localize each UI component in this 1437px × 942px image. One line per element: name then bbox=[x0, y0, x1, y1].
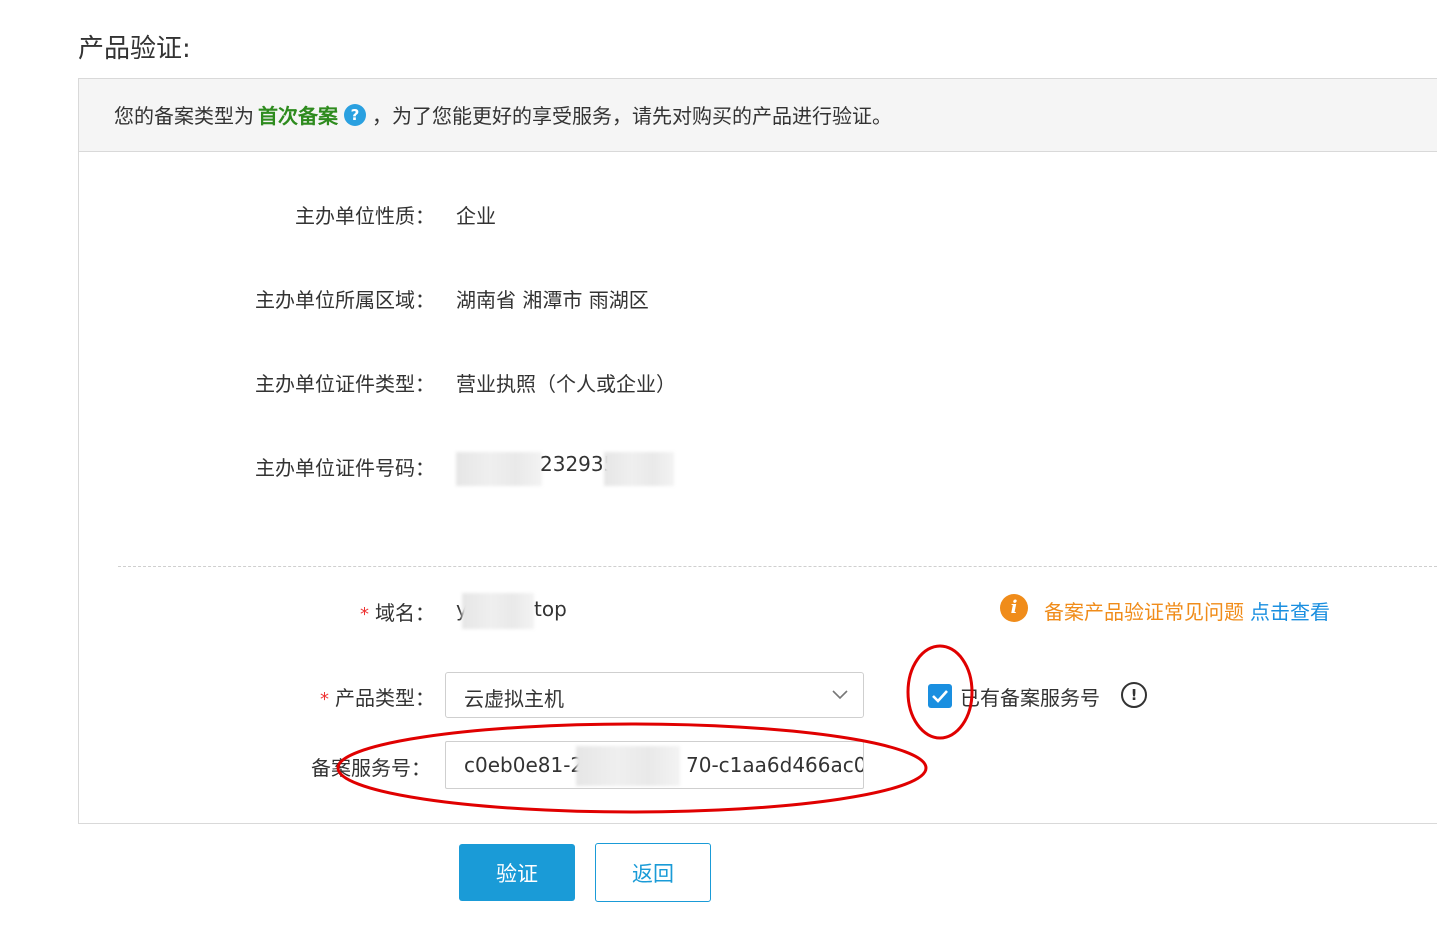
org-nature-value: 企业 bbox=[456, 204, 496, 228]
redacted-block bbox=[456, 452, 542, 486]
cert-number-value: 232935 bbox=[456, 452, 674, 486]
has-service-no-checkbox[interactable] bbox=[928, 684, 952, 708]
help-icon[interactable]: ? bbox=[344, 103, 366, 126]
product-type-select[interactable]: 云虚拟主机 bbox=[445, 672, 864, 718]
notice-prefix: 您的备案类型为 bbox=[114, 104, 254, 128]
service-no-label: 备案服务号： bbox=[311, 756, 431, 780]
verify-button[interactable]: 验证 bbox=[459, 844, 575, 901]
org-region-value: 湖南省 湘潭市 雨湖区 bbox=[456, 288, 649, 312]
cert-type-label: 主办单位证件类型： bbox=[255, 372, 435, 396]
info-warning-icon: i bbox=[1000, 594, 1028, 622]
filing-type: 首次备案 bbox=[258, 104, 338, 128]
redacted-block bbox=[462, 593, 534, 629]
faq-link[interactable]: 点击查看 bbox=[1250, 600, 1330, 624]
notice-suffix: ，为了您能更好的享受服务，请先对购买的产品进行验证。 bbox=[372, 104, 892, 128]
service-no-input[interactable]: c0eb0e81-2 70-c1aa6d466ac0 bbox=[445, 741, 864, 789]
has-service-no-label: 已有备案服务号 bbox=[960, 686, 1100, 710]
product-type-selected: 云虚拟主机 bbox=[464, 687, 564, 711]
exclamation-icon[interactable]: ! bbox=[1121, 682, 1147, 708]
notice-text: 您的备案类型为 首次备案 ? ，为了您能更好的享受服务，请先对购买的产品进行验证… bbox=[114, 100, 892, 129]
domain-suffix: top bbox=[534, 597, 567, 621]
back-button[interactable]: 返回 bbox=[595, 843, 711, 902]
domain-value: y top bbox=[456, 593, 576, 631]
section-divider bbox=[118, 566, 1437, 567]
product-type-label: * 产品类型： bbox=[320, 686, 435, 710]
service-no-start: c0eb0e81-2 bbox=[464, 753, 584, 777]
page-title: 产品验证: bbox=[78, 34, 191, 64]
service-no-end: 70-c1aa6d466ac0 bbox=[686, 753, 864, 777]
chevron-down-icon bbox=[832, 690, 848, 700]
cert-type-value: 营业执照（个人或企业） bbox=[456, 372, 676, 396]
faq-text: 备案产品验证常见问题 点击查看 bbox=[1044, 600, 1330, 624]
check-icon bbox=[932, 690, 948, 703]
domain-label: * 域名： bbox=[360, 601, 435, 625]
redacted-block bbox=[576, 746, 680, 786]
redacted-block bbox=[604, 452, 674, 486]
org-nature-label: 主办单位性质： bbox=[295, 204, 435, 228]
cert-number-label: 主办单位证件号码： bbox=[255, 456, 435, 480]
org-region-label: 主办单位所属区域： bbox=[255, 288, 435, 312]
